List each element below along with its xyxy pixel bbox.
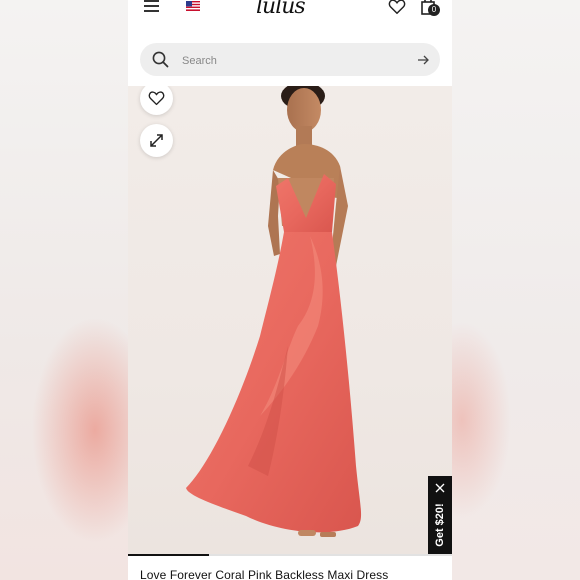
cart-count-badge: 0 <box>428 4 440 16</box>
search-icon <box>152 51 169 68</box>
promo-tab[interactable]: Get $20! <box>428 476 452 556</box>
mobile-page: lulus 0 Search Get $20! Love Forever Cor… <box>128 0 452 580</box>
arrow-right-icon[interactable] <box>416 53 430 67</box>
search-input[interactable] <box>180 51 404 70</box>
promo-label[interactable]: Get $20! <box>434 491 446 559</box>
image-progress-bar <box>128 554 452 556</box>
image-progress-fill <box>128 554 209 556</box>
us-flag-icon[interactable] <box>186 1 200 11</box>
hamburger-menu-icon[interactable] <box>144 0 162 14</box>
lulus-logo[interactable]: lulus <box>256 0 326 22</box>
search-bar[interactable] <box>140 43 440 76</box>
product-photo[interactable] <box>128 86 452 554</box>
product-image-gallery[interactable] <box>128 86 452 554</box>
heart-icon[interactable] <box>388 0 406 16</box>
expand-arrows-icon <box>150 134 163 147</box>
heart-outline-icon <box>148 91 165 106</box>
product-title: Love Forever Coral Pink Backless Maxi Dr… <box>140 568 389 580</box>
background-blur-left <box>0 0 128 580</box>
expand-image-button[interactable] <box>140 124 173 157</box>
background-blur-right <box>452 0 580 580</box>
top-navigation-bar: lulus 0 <box>128 0 452 34</box>
